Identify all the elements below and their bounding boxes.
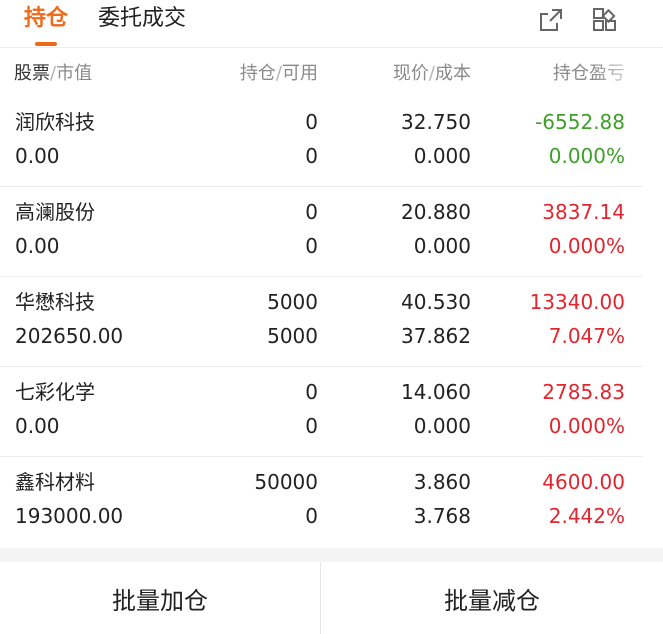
cost-price: 0.000 — [413, 414, 471, 438]
column-header-price: 现价/成本 — [392, 63, 471, 84]
active-tab-indicator — [35, 42, 57, 46]
tab-bar: 持仓 委托成交 — [0, 0, 663, 48]
holding-qty: 5000 — [267, 290, 318, 314]
market-value: 0.00 — [15, 414, 60, 438]
cost-price: 0.000 — [413, 144, 471, 168]
stock-name: 华懋科技 — [15, 290, 95, 314]
table-row[interactable]: 润欣科技 0.00 0 0 32.750 0.000 -6552.88 0.00… — [0, 97, 643, 187]
tab-orders-trades[interactable]: 委托成交 — [98, 4, 186, 34]
profit-loss-percent: 0.000% — [548, 414, 625, 438]
stock-name: 润欣科技 — [15, 110, 95, 134]
profit-loss-percent: 7.047% — [548, 324, 625, 348]
available-qty: 0 — [305, 144, 318, 168]
cost-price: 0.000 — [413, 234, 471, 258]
batch-reduce-button[interactable]: 批量减仓 — [321, 562, 663, 634]
cost-price: 3.768 — [413, 504, 471, 528]
tab-holdings[interactable]: 持仓 — [24, 4, 68, 34]
table-row[interactable]: 高澜股份 0.00 0 0 20.880 0.000 3837.14 0.000… — [0, 187, 643, 277]
market-value: 202650.00 — [15, 324, 124, 348]
available-qty: 0 — [305, 504, 318, 528]
header-fade-overlay — [594, 58, 663, 90]
holding-qty: 0 — [305, 200, 318, 224]
share-external-icon[interactable] — [537, 6, 565, 34]
profit-loss-percent: 2.442% — [548, 504, 625, 528]
holding-qty: 50000 — [254, 470, 318, 494]
table-row[interactable]: 鑫科材料 193000.00 50000 0 3.860 3.768 4600.… — [0, 457, 643, 547]
bottom-action-bar: 批量加仓 批量减仓 — [0, 562, 663, 634]
profit-loss-percent: 0.000% — [548, 144, 625, 168]
stock-name: 鑫科材料 — [15, 470, 95, 494]
cost-price: 37.862 — [401, 324, 471, 348]
current-price: 40.530 — [401, 290, 471, 314]
batch-add-button[interactable]: 批量加仓 — [0, 562, 320, 634]
column-header-holding: 持仓/可用 — [239, 63, 318, 84]
available-qty: 0 — [305, 234, 318, 258]
table-row[interactable]: 华懋科技 202650.00 5000 5000 40.530 37.862 1… — [0, 277, 643, 367]
holding-qty: 0 — [305, 110, 318, 134]
table-row[interactable]: 七彩化学 0.00 0 0 14.060 0.000 2785.83 0.000… — [0, 367, 643, 457]
current-price: 32.750 — [401, 110, 471, 134]
current-price: 3.860 — [413, 470, 471, 494]
section-divider — [0, 548, 663, 562]
current-price: 20.880 — [401, 200, 471, 224]
grid-layout-icon[interactable] — [591, 6, 619, 34]
profit-loss: 2785.83 — [542, 380, 625, 404]
holding-qty: 0 — [305, 380, 318, 404]
profit-loss: 13340.00 — [529, 290, 625, 314]
available-qty: 5000 — [267, 324, 318, 348]
market-value: 0.00 — [15, 144, 60, 168]
market-value: 193000.00 — [15, 504, 124, 528]
profit-loss: 4600.00 — [542, 470, 625, 494]
stock-name: 七彩化学 — [15, 380, 95, 404]
current-price: 14.060 — [401, 380, 471, 404]
market-value: 0.00 — [15, 234, 60, 258]
profit-loss: -6552.88 — [535, 110, 625, 134]
profit-loss: 3837.14 — [542, 200, 625, 224]
stock-name: 高澜股份 — [15, 200, 95, 224]
profit-loss-percent: 0.000% — [548, 234, 625, 258]
column-header-stock: 股票/市值 — [14, 63, 93, 84]
available-qty: 0 — [305, 414, 318, 438]
